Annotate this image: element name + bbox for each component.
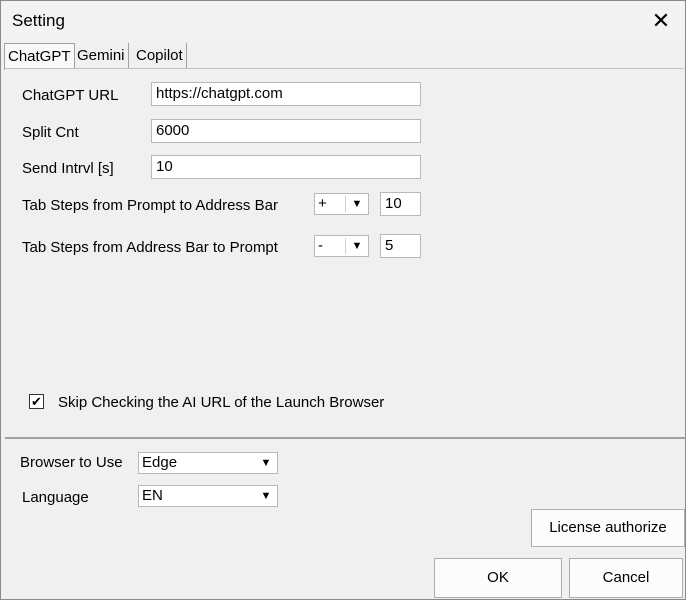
language-select[interactable]: EN ▼: [138, 485, 278, 507]
language-value: EN: [142, 487, 163, 504]
section-divider: [5, 437, 686, 439]
title-bar: Setting ✕: [1, 1, 685, 41]
chevron-down-icon[interactable]: ▼: [255, 486, 277, 506]
tab-steps-address-to-prompt-label: Tab Steps from Address Bar to Prompt: [22, 239, 278, 256]
close-icon[interactable]: ✕: [645, 6, 677, 36]
sign-value: -: [318, 237, 323, 254]
tab-gemini[interactable]: Gemini: [74, 43, 129, 68]
window-title: Setting: [12, 11, 65, 30]
license-authorize-button[interactable]: License authorize: [531, 509, 685, 547]
tab-steps-prompt-to-address-label: Tab Steps from Prompt to Address Bar: [22, 197, 278, 214]
ok-button[interactable]: OK: [434, 558, 562, 598]
send-interval-input[interactable]: 10: [151, 155, 421, 179]
browser-label: Browser to Use: [20, 454, 123, 471]
browser-select[interactable]: Edge ▼: [138, 452, 278, 474]
send-interval-label: Send Intrvl [s]: [22, 160, 114, 177]
chevron-down-icon[interactable]: ▼: [346, 236, 368, 256]
tab-steps-prompt-to-address-sign-select[interactable]: + ▼: [314, 193, 369, 215]
skip-check-checkbox[interactable]: ✔: [29, 394, 44, 409]
tab-steps-address-to-prompt-sign-select[interactable]: - ▼: [314, 235, 369, 257]
split-cnt-label: Split Cnt: [22, 124, 79, 141]
tab-steps-prompt-to-address-input[interactable]: 10: [380, 192, 421, 216]
browser-value: Edge: [142, 454, 178, 471]
cancel-button[interactable]: Cancel: [569, 558, 683, 598]
skip-check-label[interactable]: Skip Checking the AI URL of the Launch B…: [58, 394, 384, 411]
settings-dialog: Setting ✕ ChatGPT Gemini Copilot ChatGPT…: [0, 0, 686, 600]
sign-value: +: [318, 195, 327, 212]
chatgpt-url-input[interactable]: https://chatgpt.com: [151, 82, 421, 106]
chevron-down-icon[interactable]: ▼: [255, 453, 277, 473]
tab-chatgpt[interactable]: ChatGPT: [4, 43, 75, 70]
chevron-down-icon[interactable]: ▼: [346, 194, 368, 214]
split-cnt-input[interactable]: 6000: [151, 119, 421, 143]
tab-copilot[interactable]: Copilot: [133, 43, 187, 68]
tab-steps-address-to-prompt-input[interactable]: 5: [380, 234, 421, 258]
language-label: Language: [22, 489, 89, 506]
chatgpt-url-label: ChatGPT URL: [22, 87, 119, 104]
